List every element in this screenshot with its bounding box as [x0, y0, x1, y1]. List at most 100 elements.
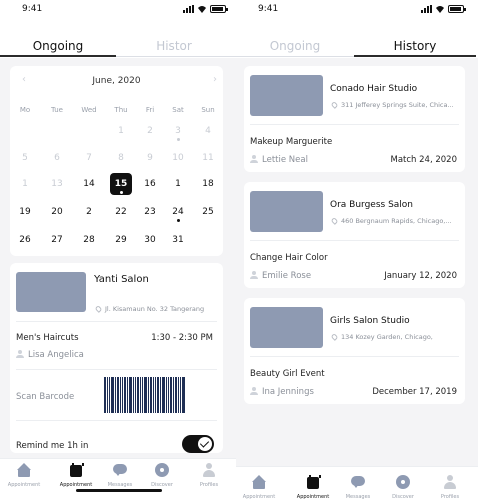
- person-icon: [16, 350, 24, 358]
- calendar-day[interactable]: 23: [139, 201, 161, 223]
- salon-name: Conado Hair Studio: [330, 84, 418, 94]
- service-name: Men's Haircuts: [16, 333, 79, 343]
- barcode-bar: [124, 377, 126, 413]
- person-icon: [250, 155, 258, 163]
- divider: [250, 124, 459, 125]
- barcode-bar: [157, 377, 159, 413]
- home-icon: [17, 463, 31, 477]
- calendar-day[interactable]: 2: [139, 120, 161, 142]
- weekday-label: Sat: [172, 106, 184, 114]
- location-pin-icon: [330, 333, 339, 341]
- nav-discover[interactable]: Discover: [381, 475, 425, 500]
- barcode-bar: [115, 377, 116, 413]
- salon-address: Jl. Kisamaun No. 32 Tangerang: [94, 305, 204, 313]
- appointment-card[interactable]: Yanti Salon Jl. Kisamaun No. 32 Tangeran…: [10, 263, 223, 453]
- calendar-day[interactable]: 26: [14, 229, 36, 251]
- nav-messages[interactable]: Messages: [336, 475, 380, 500]
- salon-thumbnail: [16, 272, 86, 312]
- nav-appointment-active[interactable]: Appointment: [54, 463, 98, 488]
- calendar-day[interactable]: 18: [197, 173, 219, 195]
- calendar-day[interactable]: 31: [167, 229, 189, 251]
- tab-history[interactable]: Histor: [116, 39, 232, 53]
- divider: [250, 356, 459, 357]
- nav-messages[interactable]: Messages: [98, 463, 142, 488]
- calendar-day-number: 31: [172, 235, 184, 245]
- barcode[interactable]: [104, 377, 186, 413]
- calendar-day[interactable]: 27: [46, 229, 68, 251]
- calendar-day[interactable]: 25: [197, 201, 219, 223]
- calendar-day[interactable]: 10: [167, 147, 189, 169]
- calendar-day[interactable]: 1: [167, 173, 189, 195]
- salon-address-text: 460 Bergnaum Rapids, Chicago,...: [341, 217, 452, 225]
- calendar-day[interactable]: 3: [167, 120, 189, 142]
- calendar-day[interactable]: 9: [139, 147, 161, 169]
- remind-toggle[interactable]: [182, 435, 214, 453]
- wifi-icon: [198, 6, 206, 13]
- barcode-bar: [111, 377, 114, 413]
- stylist-name-text: Lettie Neal: [262, 155, 308, 165]
- barcode-bar: [180, 377, 181, 413]
- stylist-name-text: Emilie Rose: [262, 271, 312, 281]
- calendar-day-number: 7: [86, 153, 92, 163]
- stylist-name: Lisa Angelica: [16, 350, 84, 360]
- calendar-day[interactable]: 29: [110, 229, 132, 251]
- nav-label: Profiles: [440, 494, 460, 500]
- calendar-day[interactable]: 14: [78, 173, 100, 195]
- barcode-bar: [160, 377, 161, 413]
- calendar-day[interactable]: 22: [110, 201, 132, 223]
- barcode-bar: [127, 377, 128, 413]
- calendar-day[interactable]: 5: [14, 147, 36, 169]
- tab-history[interactable]: History: [354, 39, 476, 53]
- calendar-day[interactable]: 28: [78, 229, 100, 251]
- history-card[interactable]: Girls Salon Studio 134 Kozey Garden, Chic…: [244, 298, 465, 404]
- calendar-day[interactable]: 13: [46, 173, 68, 195]
- calendar-day[interactable]: 20: [46, 201, 68, 223]
- tab-bar: Ongoing Histor: [0, 22, 240, 58]
- service-name: Makeup Marguerite: [250, 137, 333, 147]
- calendar-day-number: 16: [144, 179, 156, 189]
- calendar-day[interactable]: 4: [197, 120, 219, 142]
- tab-ongoing[interactable]: Ongoing: [0, 39, 116, 53]
- salon-address-text: 134 Kozey Garden, Chicago,: [341, 333, 433, 341]
- nav-appointment[interactable]: Appointment: [237, 475, 281, 500]
- next-month-icon[interactable]: ›: [213, 74, 217, 85]
- calendar-day[interactable]: 11: [197, 147, 219, 169]
- calendar-day-number: 24: [172, 207, 184, 217]
- history-card[interactable]: Conado Hair Studio 311 Jefferey Springs S…: [244, 66, 465, 172]
- nav-discover[interactable]: Discover: [140, 463, 184, 488]
- divider: [16, 420, 217, 421]
- divider: [16, 321, 217, 322]
- calendar-day[interactable]: 24: [167, 201, 189, 223]
- calendar-day[interactable]: 8: [110, 147, 132, 169]
- divider: [16, 369, 217, 370]
- calendar-day-number: 25: [202, 207, 214, 217]
- history-screen: 9:41 Ongoing History Conado Hair Studio 3…: [236, 0, 478, 500]
- calendar-day-number: 1: [118, 126, 124, 136]
- nav-appointment[interactable]: Appointment: [2, 463, 46, 488]
- barcode-bar: [109, 377, 110, 413]
- profile-icon: [443, 475, 457, 489]
- active-tab-indicator: [354, 55, 476, 57]
- calendar-day[interactable]: 6: [46, 147, 68, 169]
- nav-profiles[interactable]: Profiles: [428, 475, 472, 500]
- calendar-day[interactable]: 1: [110, 120, 132, 142]
- divider: [250, 240, 459, 241]
- weekday-label: Sun: [201, 106, 215, 114]
- signal-icon: [183, 5, 194, 13]
- calendar-day[interactable]: 30: [139, 229, 161, 251]
- tab-ongoing[interactable]: Ongoing: [236, 39, 354, 53]
- calendar-day[interactable]: 7: [78, 147, 100, 169]
- calendar-card: ‹ June, 2020 › Mo Tue Wed Thu Fri Sat Sun 1 2 3 4 5…: [10, 66, 223, 256]
- history-card[interactable]: Ora Burgess Salon 460 Bergnaum Rapids, Ch…: [244, 182, 465, 288]
- appointment-time: 1:30 - 2:30 PM: [151, 333, 213, 343]
- calendar-day[interactable]: 1: [14, 173, 36, 195]
- calendar-day-selected[interactable]: 15: [110, 173, 132, 195]
- barcode-bar: [122, 377, 123, 413]
- nav-profiles[interactable]: Profiles: [187, 463, 231, 488]
- calendar-day[interactable]: 2: [78, 201, 100, 223]
- nav-appointment-active[interactable]: Appointment: [291, 475, 335, 500]
- calendar-day[interactable]: 16: [139, 173, 161, 195]
- nav-label: Appointment: [7, 482, 41, 488]
- person-icon: [250, 387, 258, 395]
- calendar-day[interactable]: 19: [14, 201, 36, 223]
